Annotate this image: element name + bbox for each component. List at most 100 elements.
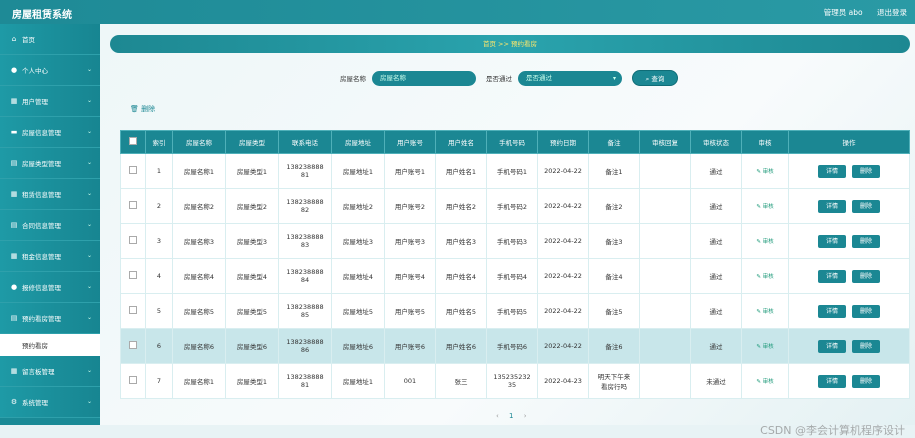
delete-button[interactable]: 删除 [852,234,880,248]
current-page[interactable]: 1 [509,412,513,420]
row-checkbox[interactable] [129,236,137,244]
audit-link[interactable]: ✎ 审核 [756,309,773,315]
detail-button[interactable]: 详情 [818,304,846,318]
cell-uname: 张三 [435,363,487,399]
cell-name: 房屋名称4 [172,258,226,294]
detail-button[interactable]: 详情 [818,339,846,353]
cell-audit: ✎ 审核 [741,293,789,329]
grid-icon: ▦ [10,190,18,198]
cell-type: 房屋类型5 [225,293,279,329]
delete-button[interactable]: 删除 [852,199,880,213]
passed-select[interactable]: 是否通过 ▾ [518,70,622,86]
next-page-button[interactable]: › [524,412,527,420]
detail-button[interactable]: 详情 [818,269,846,283]
sidebar-item[interactable]: ▤ 房屋类型管理 ⌄ [0,148,100,179]
audit-link[interactable]: ✎ 审核 [756,169,773,175]
cell-uname: 用户姓名4 [435,258,487,294]
detail-button[interactable]: 详情 [818,164,846,178]
user-icon: ● [10,283,18,291]
cell-reply [639,258,691,294]
row-checkbox[interactable] [129,376,137,384]
row-checkbox[interactable] [129,341,137,349]
cell-account: 用户账号1 [384,153,436,189]
delete-button[interactable]: 删除 [852,374,880,388]
row-select-cell[interactable] [120,223,146,259]
cell-account: 用户账号3 [384,223,436,259]
cell-note: 备注4 [588,258,640,294]
sidebar-item[interactable]: ▦ 租赁信息管理 ⌄ [0,179,100,210]
detail-button[interactable]: 详情 [818,374,846,388]
audit-label: 审核 [762,239,774,245]
sidebar-item[interactable]: ▦ 租金信息管理 ⌄ [0,241,100,272]
row-checkbox[interactable] [129,166,137,174]
batch-delete-button[interactable]: 🗑 删除 [130,104,155,114]
sidebar-item[interactable]: ▤ 合同信息管理 ⌄ [0,210,100,241]
cell-reply [639,293,691,329]
row-select-cell[interactable] [120,258,146,294]
audit-link[interactable]: ✎ 审核 [756,274,773,280]
row-checkbox[interactable] [129,306,137,314]
detail-button[interactable]: 详情 [818,234,846,248]
row-select-cell[interactable] [120,153,146,189]
sidebar-item[interactable]: ▬ 房屋信息管理 ⌄ [0,117,100,148]
cell-date: 2022-04-22 [537,223,589,259]
top-right: 管理员 abo 退出登录 [812,7,907,18]
grid-icon: ▦ [10,252,18,260]
search-button[interactable]: ⌕ 查询 [632,70,678,86]
delete-button[interactable]: 删除 [852,164,880,178]
prev-page-button[interactable]: ‹ [496,412,499,420]
detail-button[interactable]: 详情 [818,199,846,213]
column-header[interactable] [120,130,146,154]
row-checkbox[interactable] [129,271,137,279]
row-select-cell[interactable] [120,363,146,399]
table-row: 2 房屋名称2 房屋类型2 13823888882 房屋地址2 用户账号2 用户姓名2 手机号… [120,188,910,224]
audit-link[interactable]: ✎ 审核 [756,239,773,245]
sidebar-item[interactable]: ⚙ 系统管理 ⌄ [0,387,100,418]
cell-account: 用户账号2 [384,188,436,224]
chevron-down-icon: ▾ [612,74,616,82]
cell-idx: 7 [145,363,173,399]
main-content: 首页 >> 预约看房 房屋名称 房屋名称 是否通过 是否通过 ▾ ⌕ 查询 🗑 … [100,24,915,437]
sidebar-item[interactable]: ▦ 留言板管理 ⌄ [0,356,100,387]
sidebar-item[interactable]: ▤ 预约看房管理 ⌄ [0,303,100,334]
chevron-down-icon: ⌄ [86,97,92,104]
cell-account: 001 [384,363,436,399]
sidebar-item[interactable]: ▦ 用户管理 ⌄ [0,86,100,117]
sidebar-item[interactable]: ● 个人中心 ⌄ [0,55,100,86]
row-checkbox[interactable] [129,201,137,209]
cell-type: 房屋类型1 [225,363,279,399]
column-header: 备注 [588,130,640,154]
sidebar-subitem-appointment[interactable]: 预约看房 [0,334,100,356]
sidebar-item-label: 系统管理 [22,399,48,407]
chevron-down-icon: ⌄ [86,66,92,73]
select-all-checkbox[interactable] [129,137,137,145]
passed-select-value: 是否通过 [526,73,552,82]
delete-button[interactable]: 删除 [852,304,880,318]
house-name-input[interactable]: 房屋名称 [372,70,476,86]
cell-type: 房屋类型3 [225,223,279,259]
audit-link[interactable]: ✎ 审核 [756,204,773,210]
sidebar-item[interactable]: ● 报修信息管理 ⌄ [0,272,100,303]
column-header: 审核状态 [690,130,742,154]
cell-status: 未通过 [690,363,742,399]
chevron-down-icon: ⌄ [86,367,92,374]
cell-audit: ✎ 审核 [741,363,789,399]
logout-link[interactable]: 退出登录 [877,8,907,17]
row-select-cell[interactable] [120,188,146,224]
cell-phone: 13823888883 [278,223,332,259]
audit-link[interactable]: ✎ 审核 [756,379,773,385]
chevron-down-icon: ⌄ [86,398,92,405]
chevron-down-icon: ⌄ [86,128,92,135]
sidebar-item[interactable]: ⌂ 首页 [0,24,100,55]
cell-status: 通过 [690,293,742,329]
grid-icon: ▦ [10,97,18,105]
audit-link[interactable]: ✎ 审核 [756,344,773,350]
cell-actions: 详情 删除 [788,223,910,259]
delete-button[interactable]: 删除 [852,339,880,353]
row-select-cell[interactable] [120,328,146,364]
row-select-cell[interactable] [120,293,146,329]
column-header: 审核 [741,130,789,154]
cell-reply [639,328,691,364]
cell-uname: 用户姓名2 [435,188,487,224]
delete-button[interactable]: 删除 [852,269,880,283]
